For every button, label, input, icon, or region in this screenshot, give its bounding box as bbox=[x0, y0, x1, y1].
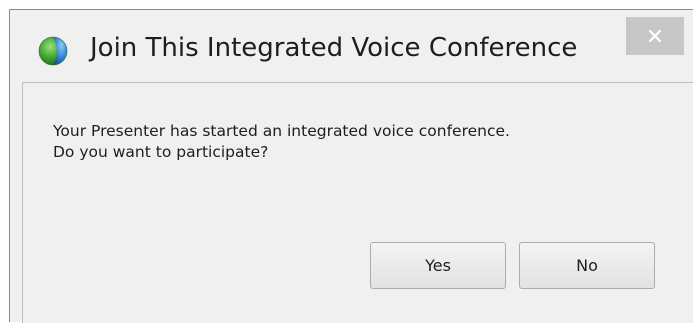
close-icon bbox=[648, 29, 662, 43]
message-line-2: Do you want to participate? bbox=[53, 143, 269, 161]
yes-button[interactable]: Yes bbox=[370, 242, 506, 289]
dialog-message: Your Presenter has started an integrated… bbox=[53, 121, 683, 163]
dialog-window: Join This Integrated Voice Conference Yo… bbox=[9, 9, 693, 323]
message-line-1: Your Presenter has started an integrated… bbox=[53, 122, 510, 140]
no-button[interactable]: No bbox=[519, 242, 655, 289]
dialog-content: Your Presenter has started an integrated… bbox=[22, 82, 693, 323]
globe-icon bbox=[38, 36, 68, 66]
title-bar[interactable]: Join This Integrated Voice Conference bbox=[10, 10, 693, 82]
window-title: Join This Integrated Voice Conference bbox=[90, 33, 578, 63]
close-button[interactable] bbox=[626, 17, 684, 55]
